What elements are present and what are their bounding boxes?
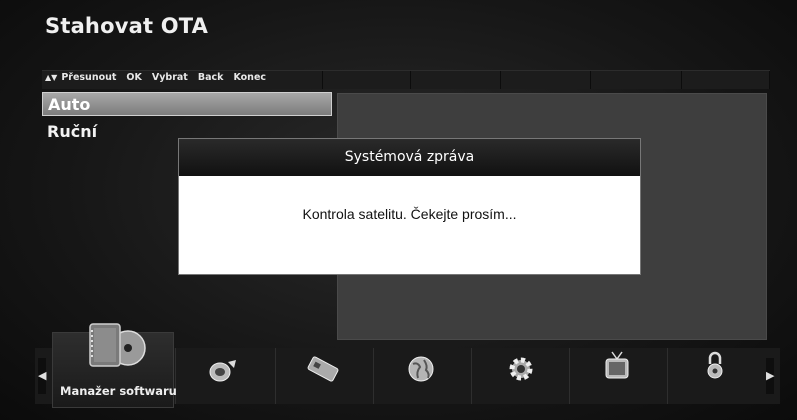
dialog-title: Systémová zpráva (179, 139, 640, 176)
dock-right-arrow[interactable]: ▶ (766, 358, 774, 394)
satellite-dish-icon[interactable] (206, 356, 240, 384)
hint-move: Přesunout (61, 72, 117, 83)
hint-back-key: Back (197, 72, 224, 83)
hint-select: Vybrat (151, 72, 188, 83)
tv-icon[interactable] (603, 350, 631, 382)
system-message-dialog: Systémová zpráva Kontrola satelitu. Čeke… (178, 138, 641, 275)
card-icon[interactable] (306, 356, 340, 382)
dock-divider (275, 348, 276, 404)
padlock-icon[interactable] (703, 350, 727, 382)
globe-icon[interactable] (406, 354, 436, 384)
hint-ok-key: OK (126, 72, 142, 83)
up-down-arrows-icon: ▲▼ (45, 73, 58, 82)
tv-screen: Stahovat OTA ▲▼ Přesunout OK Vybrat Back… (0, 0, 797, 420)
dialog-message: Kontrola satelitu. Čekejte prosím... (302, 206, 517, 222)
settings-gear-icon[interactable] (506, 354, 536, 384)
page-title: Stahovat OTA (45, 14, 209, 38)
hint-exit: Konec (233, 72, 267, 83)
dock-divider (471, 348, 472, 404)
active-dock-label: Manažer softwaru (60, 384, 177, 398)
dock-divider (373, 348, 374, 404)
key-hints: ▲▼ Přesunout OK Vybrat Back Konec (45, 72, 276, 83)
dock-divider (569, 348, 570, 404)
menu-item-auto[interactable]: Auto (42, 92, 332, 116)
software-manager-icon (89, 323, 146, 367)
dock-left-arrow[interactable]: ◀ (38, 358, 46, 394)
dock-divider (667, 348, 668, 404)
